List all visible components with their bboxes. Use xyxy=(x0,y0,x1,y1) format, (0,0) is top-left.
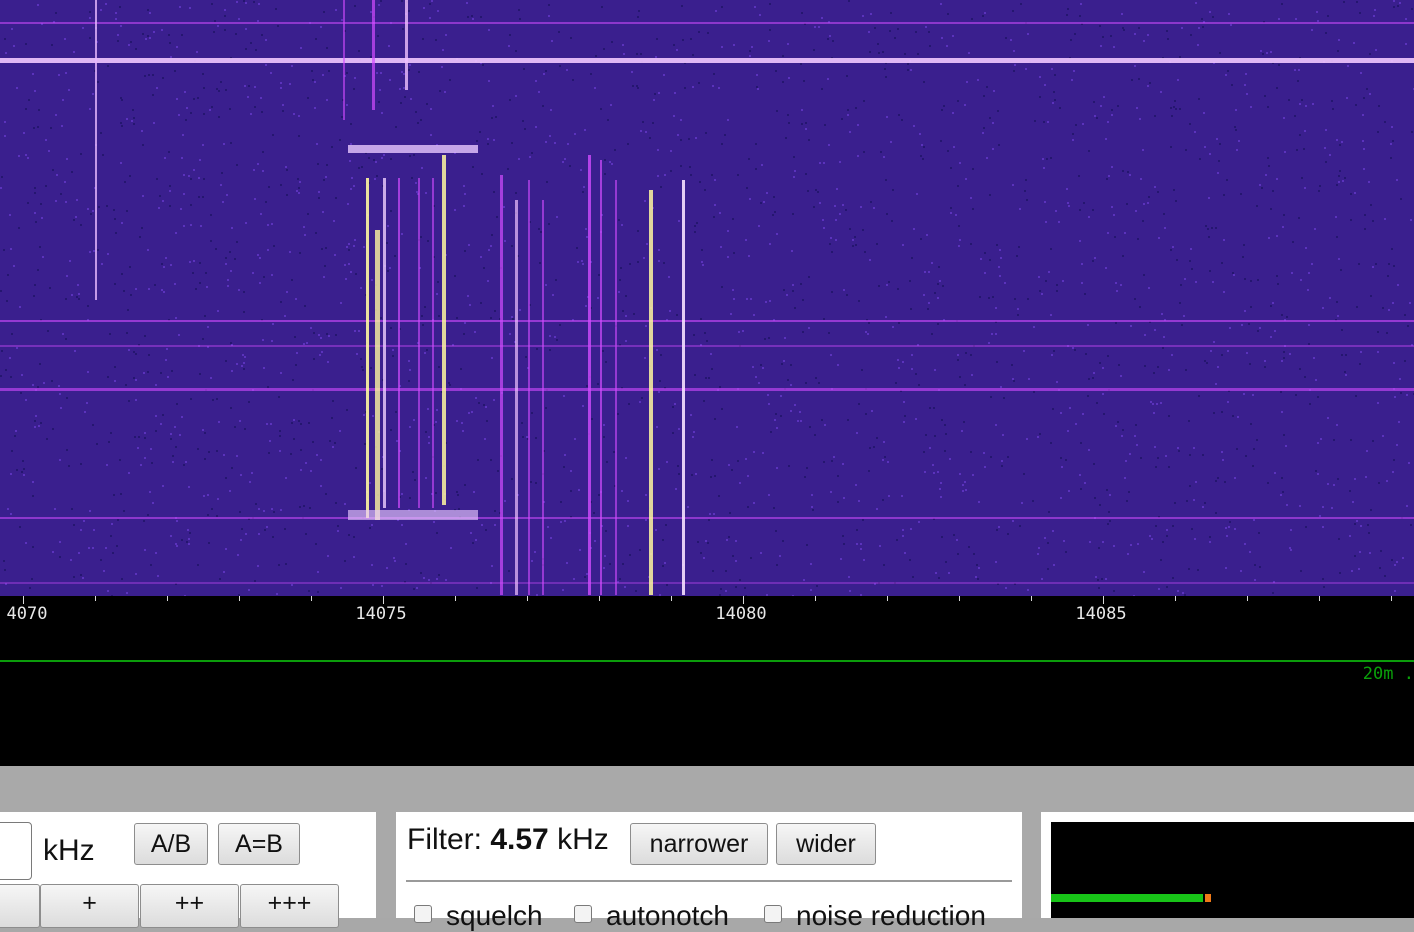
scale-tick xyxy=(311,596,312,601)
scale-tick xyxy=(671,596,672,601)
filter-unit: kHz xyxy=(557,823,609,856)
frequency-input[interactable] xyxy=(0,822,32,880)
scale-tick xyxy=(167,596,168,601)
filter-value: 4.57 xyxy=(490,823,549,856)
filter-narrower-button[interactable]: narrower xyxy=(630,823,768,865)
smeter-peak-marker xyxy=(1205,894,1211,902)
noise-reduction-checkbox[interactable] xyxy=(764,905,782,923)
frequency-scale[interactable]: 4070 14075 14080 14085 xyxy=(0,596,1414,660)
frequency-panel: kHz A/B A=B + ++ +++ xyxy=(0,812,376,928)
scale-tick xyxy=(239,596,240,601)
scale-tick xyxy=(1103,596,1104,604)
filter-panel: Filter: 4.57 kHz narrower wider squelch … xyxy=(396,812,1022,931)
scale-label-14075: 14075 xyxy=(355,604,407,624)
scale-tick xyxy=(815,596,816,601)
filter-divider xyxy=(406,880,1012,882)
scale-tick xyxy=(959,596,960,601)
band-bar[interactable]: 20m . xyxy=(0,660,1414,766)
frequency-unit-label: kHz xyxy=(43,834,95,867)
band-label[interactable]: 20m . xyxy=(1363,664,1414,684)
filter-readout: Filter: 4.57 kHz xyxy=(407,823,609,857)
scale-tick xyxy=(455,596,456,601)
scale-tick xyxy=(1319,596,1320,601)
scale-tick xyxy=(1175,596,1176,601)
smeter-display xyxy=(1051,822,1414,918)
scale-tick xyxy=(743,596,744,604)
squelch-checkbox[interactable] xyxy=(414,905,432,923)
step-down-button[interactable] xyxy=(0,884,40,928)
scale-label-14080: 14080 xyxy=(715,604,767,624)
scale-tick xyxy=(1031,596,1032,601)
filter-wider-button[interactable]: wider xyxy=(776,823,876,865)
scale-tick xyxy=(23,596,24,604)
scale-tick xyxy=(95,596,96,601)
waterfall-display[interactable] xyxy=(0,0,1414,596)
scale-label-4070: 4070 xyxy=(6,604,48,624)
scale-tick xyxy=(1247,596,1248,601)
step-up-large-button[interactable]: +++ xyxy=(240,884,339,928)
scale-label-14085: 14085 xyxy=(1075,604,1127,624)
scale-tick xyxy=(383,596,384,604)
smeter-panel xyxy=(1041,812,1414,918)
autonotch-checkbox[interactable] xyxy=(574,905,592,923)
scale-tick xyxy=(527,596,528,601)
scale-tick xyxy=(1391,596,1392,601)
noise-reduction-label: noise reduction xyxy=(796,900,986,931)
scale-tick xyxy=(599,596,600,601)
filter-label: Filter: xyxy=(407,823,482,856)
smeter-level-bar xyxy=(1051,894,1203,902)
ab-swap-button[interactable]: A/B xyxy=(134,823,208,865)
autonotch-label: autonotch xyxy=(606,900,729,931)
step-up-small-button[interactable]: + xyxy=(40,884,139,928)
waterfall-canvas[interactable] xyxy=(0,0,1414,596)
step-up-medium-button[interactable]: ++ xyxy=(140,884,239,928)
a-equals-b-button[interactable]: A=B xyxy=(218,823,300,865)
scale-tick xyxy=(887,596,888,601)
squelch-label: squelch xyxy=(446,900,543,931)
